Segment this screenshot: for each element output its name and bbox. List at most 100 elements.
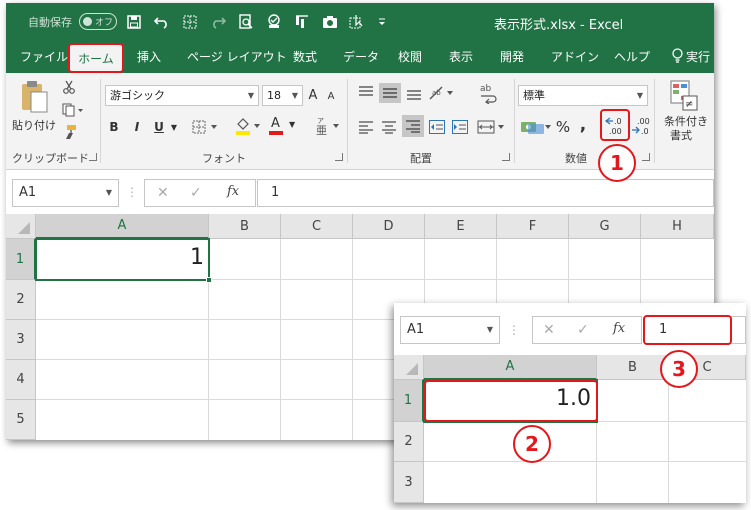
- insert-function-button[interactable]: fx: [227, 184, 239, 199]
- column-header-g[interactable]: G: [569, 214, 641, 239]
- column-header-f[interactable]: F: [497, 214, 569, 239]
- tab-help[interactable]: ヘルプ: [614, 48, 650, 65]
- row-header-4[interactable]: 4: [6, 360, 36, 400]
- comma-style-button[interactable]: ,: [576, 115, 590, 135]
- formula-input[interactable]: 1: [257, 179, 714, 207]
- print-preview-icon[interactable]: [235, 12, 257, 32]
- cut-icon[interactable]: [60, 78, 78, 96]
- format-painter-icon[interactable]: [291, 12, 313, 32]
- conditional-formatting-icon[interactable]: ≠: [667, 79, 701, 113]
- tab-tell-me[interactable]: 実行: [686, 48, 710, 65]
- inset-formula-bar: A1 ▼ ⋮ ✕ ✓ fx 1: [394, 303, 746, 355]
- column-header-h[interactable]: H: [641, 214, 714, 239]
- percent-style-button[interactable]: %: [554, 117, 572, 137]
- tab-file[interactable]: ファイル: [20, 48, 68, 65]
- fill-color-icon[interactable]: [234, 115, 264, 137]
- number-format-value: 標準: [523, 89, 545, 102]
- conditional-formatting-label-2[interactable]: 書式: [658, 128, 704, 142]
- orientation-icon[interactable]: ab: [427, 83, 457, 103]
- drag-handle-icon[interactable]: ⋮: [126, 185, 138, 199]
- drag-handle-icon[interactable]: ⋮: [508, 323, 520, 337]
- camera-icon[interactable]: [319, 12, 341, 32]
- tab-insert[interactable]: 挿入: [137, 48, 161, 65]
- number-launcher-icon[interactable]: [642, 153, 650, 161]
- ribbon-tabs: ファイル ホーム 挿入 ページ レイアウト 数式 データ 校閲 表示 開発 アド…: [6, 40, 714, 73]
- inset-row-header-2[interactable]: 2: [394, 422, 424, 462]
- inset-name-box[interactable]: A1 ▼: [400, 316, 500, 344]
- decrease-decimal-button[interactable]: .00.0: [630, 113, 654, 139]
- enter-icon[interactable]: ✓: [577, 322, 589, 338]
- chevron-down-icon[interactable]: ▼: [169, 120, 179, 134]
- border-icon[interactable]: [179, 12, 201, 32]
- save-icon[interactable]: [123, 12, 145, 32]
- copy-icon[interactable]: [60, 101, 86, 119]
- touch-mode-icon[interactable]: [263, 12, 285, 32]
- undo-icon[interactable]: [151, 12, 173, 32]
- format-painter-icon[interactable]: [60, 123, 78, 141]
- number-format-select[interactable]: 標準 ▼: [518, 85, 648, 106]
- wrap-text-icon[interactable]: ab: [478, 81, 500, 105]
- tab-page-layout[interactable]: ページ レイアウト: [187, 48, 287, 65]
- tab-formulas[interactable]: 数式: [293, 48, 317, 65]
- redo-icon[interactable]: [207, 12, 229, 32]
- row-header-2[interactable]: 2: [6, 280, 36, 320]
- tab-view[interactable]: 表示: [449, 48, 473, 65]
- row-header-1[interactable]: 1: [6, 239, 36, 280]
- column-header-c[interactable]: C: [281, 214, 353, 239]
- inset-column-header-b[interactable]: B: [597, 355, 669, 380]
- cancel-icon[interactable]: ✕: [543, 322, 555, 338]
- decrease-font-size-button[interactable]: A: [324, 88, 338, 104]
- font-size-select[interactable]: 18 ▼: [262, 85, 303, 106]
- font-name-select[interactable]: 游ゴシック ▼: [105, 85, 259, 106]
- column-header-b[interactable]: B: [209, 214, 281, 239]
- clipboard-launcher-icon[interactable]: [89, 153, 97, 161]
- underline-button[interactable]: U: [151, 118, 167, 136]
- column-header-d[interactable]: D: [353, 214, 425, 239]
- merge-center-icon[interactable]: [476, 117, 508, 137]
- select-objects-icon[interactable]: [347, 12, 369, 32]
- customize-qat-icon[interactable]: [375, 12, 389, 32]
- tab-developer[interactable]: 開発: [500, 48, 524, 65]
- paste-button[interactable]: 貼り付け: [10, 117, 58, 133]
- tab-data[interactable]: データ: [343, 48, 379, 65]
- fill-handle[interactable]: [206, 277, 212, 283]
- align-middle-icon[interactable]: [379, 83, 401, 103]
- align-top-icon[interactable]: [356, 83, 376, 103]
- font-launcher-icon[interactable]: [335, 153, 343, 161]
- inset-row-header-1[interactable]: 1: [394, 380, 424, 422]
- align-bottom-icon[interactable]: [404, 83, 424, 103]
- select-all-button[interactable]: [6, 214, 36, 239]
- align-right-icon[interactable]: [402, 115, 424, 137]
- insert-function-button[interactable]: fx: [613, 321, 625, 336]
- paste-icon[interactable]: [14, 79, 54, 115]
- italic-button[interactable]: I: [129, 118, 145, 136]
- phonetic-guide-icon[interactable]: ア亜: [314, 115, 342, 137]
- tab-home[interactable]: ホーム: [68, 43, 124, 73]
- autosave-toggle[interactable]: オフ: [79, 13, 117, 30]
- alignment-launcher-icon[interactable]: [502, 153, 510, 161]
- borders-icon[interactable]: [191, 118, 221, 136]
- cancel-icon[interactable]: ✕: [157, 185, 169, 201]
- accounting-format-icon[interactable]: [519, 117, 553, 137]
- align-left-icon[interactable]: [356, 117, 376, 137]
- row-header-3[interactable]: 3: [6, 320, 36, 360]
- chevron-down-icon: ▼: [486, 325, 493, 334]
- tab-addins[interactable]: アドイン: [551, 48, 599, 65]
- increase-font-size-button[interactable]: A: [305, 86, 321, 104]
- align-center-icon[interactable]: [379, 117, 399, 137]
- font-color-button[interactable]: A ▼: [268, 115, 300, 137]
- enter-icon[interactable]: ✓: [190, 185, 202, 201]
- cell-a1[interactable]: 1: [37, 245, 208, 277]
- select-all-button[interactable]: [394, 355, 424, 380]
- decrease-indent-icon[interactable]: [427, 117, 447, 137]
- increase-indent-icon[interactable]: [450, 117, 470, 137]
- inset-column-header-a[interactable]: A: [424, 355, 597, 380]
- bold-button[interactable]: B: [106, 118, 122, 136]
- column-header-a[interactable]: A: [36, 214, 209, 239]
- inset-row-header-3[interactable]: 3: [394, 462, 424, 503]
- column-header-e[interactable]: E: [425, 214, 497, 239]
- name-box[interactable]: A1 ▼: [12, 179, 119, 207]
- tab-review[interactable]: 校閲: [398, 48, 422, 65]
- row-header-5[interactable]: 5: [6, 400, 36, 440]
- conditional-formatting-label[interactable]: 条件付き: [658, 114, 714, 128]
